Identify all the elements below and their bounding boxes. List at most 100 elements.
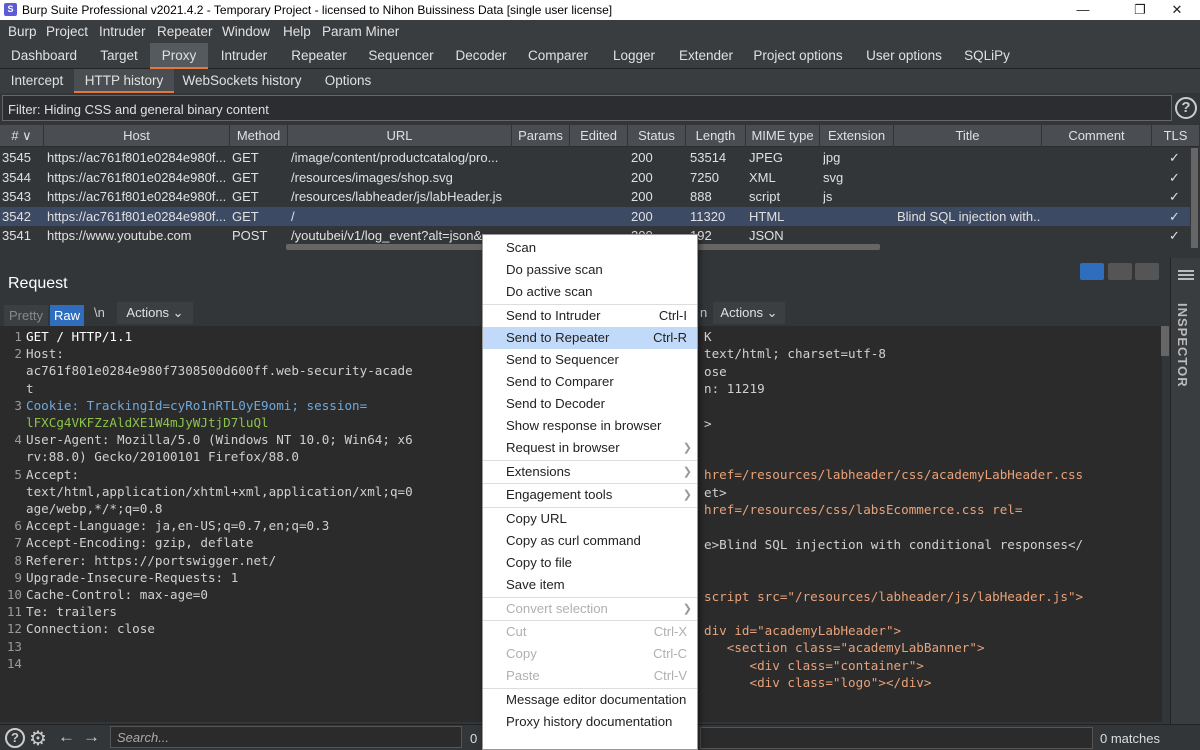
request-line: Accept-Encoding: gzip, deflate — [26, 535, 254, 551]
menu-window[interactable]: Window — [222, 24, 270, 39]
line-number: 5 — [14, 466, 22, 482]
pretty-tab[interactable]: Pretty — [4, 305, 48, 327]
col-method[interactable]: Method — [230, 125, 288, 147]
col-edited[interactable]: Edited — [570, 125, 628, 147]
inspector-menu-icon[interactable] — [1178, 270, 1194, 272]
response-line: script src="/resources/labheader/js/labH… — [704, 588, 1084, 604]
context-menu: Scan Do passive scan Do active scan Send to… — [482, 234, 698, 750]
menu-item-request-in-browser[interactable]: Request in browser ❯ — [483, 437, 697, 459]
tab-intruder[interactable]: Intruder — [208, 43, 280, 69]
menu-item-send-to-repeater[interactable]: Send to Repeater Ctrl-R — [483, 326, 697, 349]
menu-burp[interactable]: Burp — [8, 24, 37, 39]
col-mime[interactable]: MIME type — [746, 125, 820, 147]
gear-icon[interactable]: ⚙ — [29, 726, 47, 750]
line-number: 3 — [14, 397, 22, 413]
tab-intercept[interactable]: Intercept — [0, 69, 74, 93]
tab-websockets-history[interactable]: WebSockets history — [174, 69, 310, 93]
col-comment[interactable]: Comment — [1042, 125, 1152, 147]
tab-extender[interactable]: Extender — [670, 43, 742, 69]
table-header: # ∨ Host Method URL Params Edited Status… — [0, 125, 1200, 147]
tab-logger[interactable]: Logger — [598, 43, 670, 69]
menu-item-copy-url[interactable]: Copy URL — [483, 508, 697, 530]
menu-item-proxy-history-documentation[interactable]: Proxy history documentation — [483, 711, 697, 733]
table-row[interactable]: 3542 https://ac761f801e0284e980f... GET / 20… — [0, 206, 1190, 227]
tab-decoder[interactable]: Decoder — [444, 43, 518, 69]
request-title: Request — [8, 275, 68, 292]
inspector-panel[interactable]: INSPECTOR — [1170, 258, 1200, 724]
col-host[interactable]: Host — [44, 125, 230, 147]
tab-sequencer[interactable]: Sequencer — [358, 43, 444, 69]
close-icon[interactable]: ✕ — [1154, 0, 1200, 20]
request-search-input[interactable]: Search... — [110, 726, 462, 748]
minimize-icon[interactable]: — — [1060, 0, 1106, 20]
tab-options[interactable]: Options — [310, 69, 386, 93]
help-icon[interactable]: ? — [1175, 97, 1197, 119]
tab-dashboard[interactable]: Dashboard — [0, 43, 88, 69]
menu-item-do-active-scan[interactable]: Do active scan — [483, 281, 697, 303]
raw-tab[interactable]: Raw — [50, 305, 84, 327]
back-arrow-icon[interactable]: ← — [58, 727, 75, 747]
menu-project[interactable]: Project — [46, 24, 88, 39]
menu-item-do-passive-scan[interactable]: Do passive scan — [483, 259, 697, 281]
menu-item-save-item[interactable]: Save item — [483, 574, 697, 596]
menu-item-send-to-comparer[interactable]: Send to Comparer — [483, 371, 697, 393]
menu-item-copy-as-curl-command[interactable]: Copy as curl command — [483, 530, 697, 552]
table-row[interactable]: 3544 https://ac761f801e0284e980f... GET/re… — [0, 168, 1190, 188]
menu-item-engagement-tools[interactable]: Engagement tools ❯ — [483, 484, 697, 506]
menu-item-label: Scan — [506, 240, 537, 255]
response-line: ose — [704, 363, 727, 379]
menu-param-miner[interactable]: Param Miner — [322, 24, 399, 39]
newline-toggle[interactable]: \n — [94, 305, 105, 320]
menu-intruder[interactable]: Intruder — [99, 24, 146, 39]
menu-item-send-to-decoder[interactable]: Send to Decoder — [483, 393, 697, 415]
col-length[interactable]: Length — [686, 125, 746, 147]
tab-proxy[interactable]: Proxy — [150, 43, 208, 69]
response-actions-button[interactable]: Actions ⌄ — [713, 302, 785, 324]
menu-repeater[interactable]: Repeater — [157, 24, 213, 39]
tab-comparer[interactable]: Comparer — [518, 43, 598, 69]
menu-item-send-to-intruder[interactable]: Send to Intruder Ctrl-I — [483, 305, 697, 327]
col-extension[interactable]: Extension — [820, 125, 894, 147]
response-search-input[interactable] — [700, 727, 1093, 749]
menu-item-label: Show response in browser — [506, 418, 662, 434]
single-layout-icon[interactable] — [1135, 263, 1159, 280]
menu-item-message-editor-documentation[interactable]: Message editor documentation — [483, 689, 697, 711]
tab-repeater[interactable]: Repeater — [280, 43, 358, 69]
filter-bar[interactable]: Filter: Hiding CSS and general binary co… — [2, 95, 1172, 121]
response-line: K — [704, 329, 712, 344]
tab-project-options[interactable]: Project options — [742, 43, 854, 69]
col-title[interactable]: Title — [894, 125, 1042, 147]
tab-target[interactable]: Target — [88, 43, 150, 69]
table-row[interactable]: 3545 https://ac761f801e0284e980f... GET/im… — [0, 148, 1190, 168]
stacked-layout-icon[interactable] — [1108, 263, 1132, 280]
request-actions-button[interactable]: Actions ⌄ — [117, 302, 193, 324]
col-status[interactable]: Status — [628, 125, 686, 147]
tab-http-history[interactable]: HTTP history — [74, 69, 174, 93]
menu-shortcut: Ctrl-X — [653, 624, 687, 640]
table-row[interactable]: 3543 https://ac761f801e0284e980f... GET/re… — [0, 187, 1190, 207]
menu-item-extensions[interactable]: Extensions ❯ — [483, 461, 697, 483]
tab-sqlipy[interactable]: SQLiPy — [954, 43, 1020, 69]
menu-help[interactable]: Help — [283, 24, 311, 39]
help-icon-bottom[interactable]: ? — [5, 728, 25, 748]
cell-status: 200 — [631, 169, 653, 185]
request-line: Upgrade-Insecure-Requests: 1 — [26, 569, 239, 585]
response-newline-toggle[interactable]: n — [700, 305, 707, 320]
col-tls[interactable]: TLS — [1152, 125, 1200, 147]
menu-item-label: Message editor documentation — [506, 691, 687, 707]
response-scrollbar[interactable] — [1161, 326, 1169, 356]
request-editor[interactable]: 1 GET / HTTP/1.1 2 Host: ac761f801e0284e980f… — [0, 326, 490, 722]
col-num[interactable]: # ∨ — [0, 125, 44, 147]
cell-status: 200 — [631, 189, 653, 205]
menu-item-show-response-in-browser[interactable]: Show response in browser — [483, 415, 697, 437]
tab-user-options[interactable]: User options — [854, 43, 954, 69]
menu-item-copy-to-file[interactable]: Copy to file — [483, 552, 697, 574]
menu-item-label: Engagement tools — [506, 487, 613, 503]
col-url[interactable]: URL — [288, 125, 512, 147]
forward-arrow-icon[interactable]: → — [83, 727, 100, 747]
menu-item-send-to-sequencer[interactable]: Send to Sequencer — [483, 349, 697, 371]
split-layout-icon[interactable] — [1080, 263, 1104, 280]
table-vertical-scrollbar[interactable] — [1191, 148, 1198, 248]
menu-item-scan[interactable]: Scan — [483, 237, 697, 259]
col-params[interactable]: Params — [512, 125, 570, 147]
